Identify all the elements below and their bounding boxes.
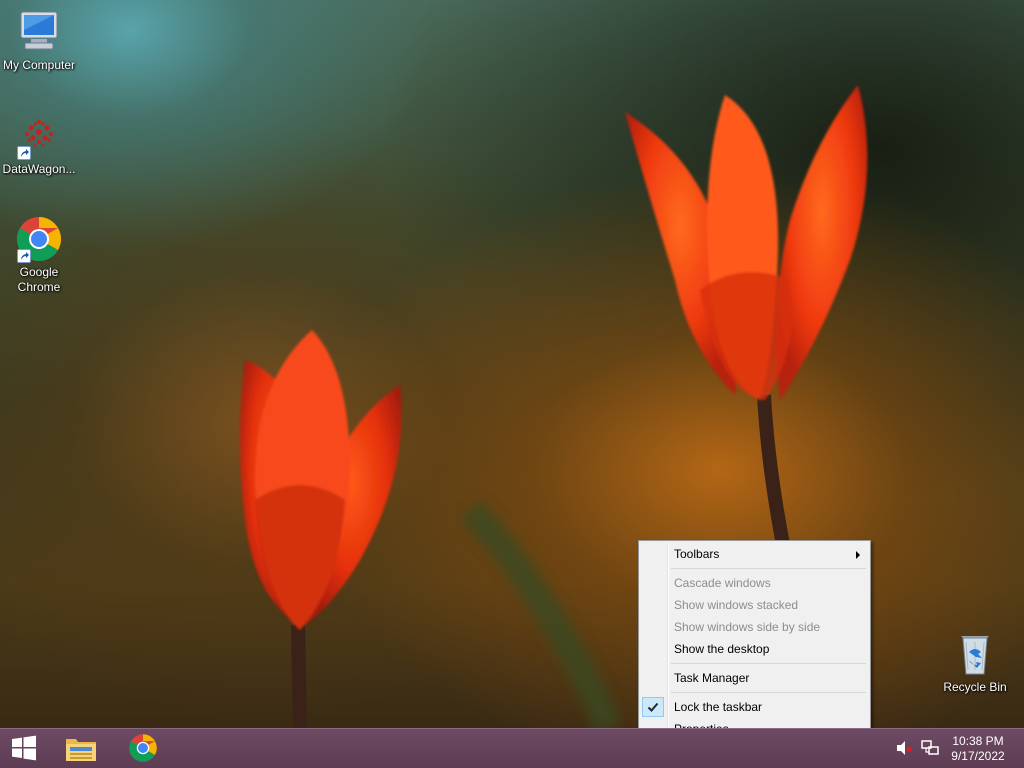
checkmark-icon — [642, 697, 664, 717]
clock-date: 9/17/2022 — [951, 749, 1005, 763]
desktop-icon-label: Recycle Bin — [943, 680, 1007, 694]
taskbar[interactable]: 10:38 PM 9/17/2022 — [0, 728, 1024, 768]
taskbar-file-explorer-button[interactable] — [57, 729, 105, 768]
desktop-icon-google-chrome[interactable]: Google Chrome — [0, 215, 78, 295]
menu-item-label: Show the desktop — [674, 642, 770, 656]
datawagon-icon — [15, 112, 63, 160]
desktop-icon-label: Google Chrome — [17, 265, 61, 294]
clock-time: 10:38 PM — [952, 734, 1004, 748]
desktop-icon-label: My Computer — [2, 58, 76, 72]
volume-muted-icon — [896, 740, 914, 759]
taskbar-context-menu: Toolbars Cascade windows Show windows st… — [638, 540, 871, 743]
shortcut-arrow-icon — [17, 249, 31, 263]
desktop-icon-recycle-bin[interactable]: Recycle Bin — [936, 630, 1014, 695]
desktop-icon-datawagon[interactable]: DataWagon... — [0, 112, 78, 177]
menu-item-toolbars[interactable]: Toolbars — [641, 543, 868, 565]
menu-item-show-windows-side-by-side: Show windows side by side — [641, 616, 868, 638]
menu-item-label: Cascade windows — [674, 576, 771, 590]
menu-item-task-manager[interactable]: Task Manager — [641, 667, 868, 689]
clock[interactable]: 10:38 PM 9/17/2022 — [948, 734, 1008, 764]
menu-item-label: Show windows side by side — [674, 620, 821, 634]
network-icon — [921, 739, 939, 759]
shortcut-arrow-icon — [17, 146, 31, 160]
menu-item-show-the-desktop[interactable]: Show the desktop — [641, 638, 868, 660]
menu-separator — [671, 565, 868, 572]
desktop-icon-label: DataWagon... — [2, 162, 76, 176]
desktop-icon-my-computer[interactable]: My Computer — [0, 8, 78, 73]
taskbar-chrome-button[interactable] — [119, 729, 167, 768]
menu-item-show-windows-stacked: Show windows stacked — [641, 594, 868, 616]
menu-item-label: Task Manager — [674, 671, 750, 685]
windows-logo-icon — [11, 735, 37, 764]
start-button[interactable] — [0, 729, 48, 768]
menu-item-label: Lock the taskbar — [674, 700, 763, 714]
network-button[interactable] — [916, 729, 944, 768]
menu-separator — [671, 660, 868, 667]
menu-separator — [671, 689, 868, 696]
submenu-arrow-icon — [856, 551, 860, 559]
menu-item-cascade-windows: Cascade windows — [641, 572, 868, 594]
menu-item-label: Toolbars — [674, 547, 720, 561]
file-explorer-icon — [64, 733, 98, 766]
chrome-icon — [15, 215, 63, 263]
recycle-bin-icon — [951, 630, 999, 678]
computer-icon — [15, 8, 63, 56]
menu-item-lock-the-taskbar[interactable]: Lock the taskbar — [641, 696, 868, 718]
chrome-icon — [128, 733, 158, 766]
menu-item-label: Show windows stacked — [674, 598, 799, 612]
